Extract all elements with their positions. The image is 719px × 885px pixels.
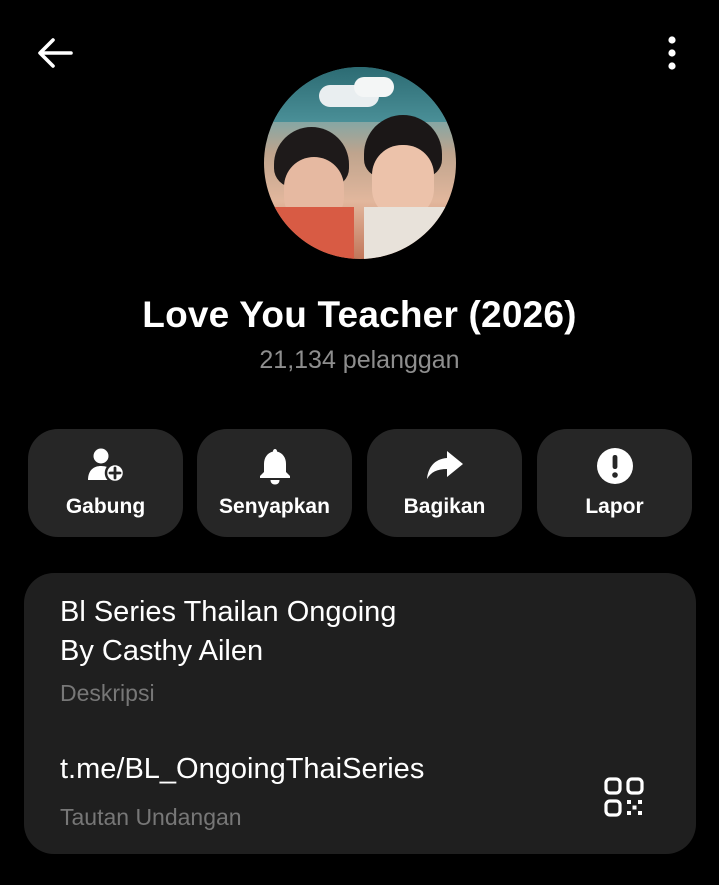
channel-title: Love You Teacher (2026) [142, 294, 577, 335]
mute-button[interactable]: Senyapkan [197, 429, 352, 537]
subscriber-count: 21,134 pelanggan [259, 346, 460, 374]
invite-link-label: Tautan Undangan [60, 804, 242, 830]
back-button[interactable] [30, 30, 80, 76]
description-text[interactable]: Bl Series Thailan Ongoing By Casthy Aile… [60, 593, 620, 671]
report-button[interactable]: Lapor [537, 429, 692, 537]
channel-avatar[interactable] [264, 67, 456, 259]
qr-code-button[interactable] [596, 769, 652, 825]
more-vertical-icon [668, 36, 676, 70]
arrow-left-icon [38, 38, 73, 68]
channel-info-card: Bl Series Thailan Ongoing By Casthy Aile… [24, 573, 696, 854]
report-icon [596, 448, 633, 484]
bell-icon [259, 449, 290, 485]
share-button[interactable]: Bagikan [367, 429, 522, 537]
more-options-button[interactable] [650, 30, 694, 76]
description-line-1: Bl Series Thailan Ongoing [60, 596, 397, 628]
invite-link[interactable]: t.me/BL_OngoingThaiSeries [60, 753, 424, 786]
mute-label: Senyapkan [219, 495, 330, 518]
action-buttons: Gabung Senyapkan Bagikan Lapor [28, 429, 692, 537]
join-label: Gabung [65, 495, 146, 518]
share-icon [426, 451, 463, 479]
description-label: Deskripsi [60, 680, 155, 706]
share-label: Bagikan [403, 495, 486, 518]
qr-code-icon [604, 777, 644, 817]
report-label: Lapor [585, 495, 644, 518]
description-line-2: By Casthy Ailen [60, 635, 264, 667]
join-button[interactable]: Gabung [28, 429, 183, 537]
add-user-icon [87, 448, 125, 483]
